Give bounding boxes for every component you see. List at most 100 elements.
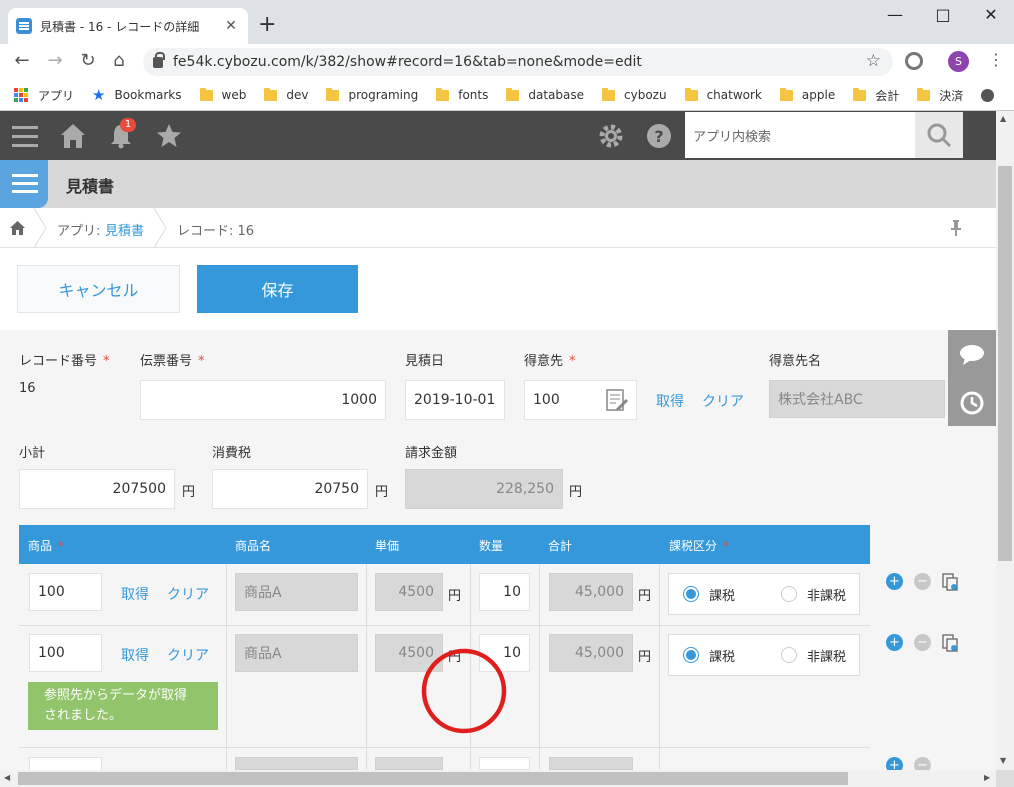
comment-icon[interactable]	[959, 344, 985, 366]
bookmark-bookmarks[interactable]: ★ Bookmarks	[92, 86, 182, 104]
window-close-icon[interactable]: ✕	[976, 5, 1006, 24]
product-clear-link[interactable]: クリア	[167, 645, 209, 665]
browser-chrome: 見積書 - 16 - レコードの詳細 ✕ + — □ ✕ ← → ↻ ⌂ fe5…	[0, 0, 1014, 111]
product-get-link[interactable]: 取得	[121, 645, 149, 665]
favorite-star-icon[interactable]	[156, 123, 182, 149]
breadcrumb: アプリ: 見積書 レコード: 16	[0, 208, 996, 248]
cancel-button[interactable]: キャンセル	[17, 265, 180, 313]
bookmark-folder-cybozu[interactable]: cybozu	[602, 87, 667, 102]
maximize-icon[interactable]: □	[928, 5, 958, 24]
unit-price-unit: 円	[448, 589, 462, 604]
tax-input[interactable]: 20750	[212, 469, 368, 509]
bookmark-folder-dev[interactable]: dev	[264, 87, 308, 102]
bookmark-label: 決済	[939, 88, 964, 103]
product-input[interactable]	[29, 757, 102, 770]
new-tab-button[interactable]: +	[258, 12, 276, 37]
slip-number-input[interactable]: 1000	[140, 380, 386, 420]
add-row-icon[interactable]: +	[886, 634, 903, 651]
profile-avatar[interactable]: S	[948, 51, 969, 72]
taxable-radio[interactable]	[683, 647, 699, 663]
remove-row-icon[interactable]: −	[914, 634, 931, 651]
star-icon: ★	[92, 86, 106, 104]
extension-gear-icon[interactable]	[905, 52, 923, 70]
bookmark-folder-chatwork[interactable]: chatwork	[684, 87, 762, 102]
product-input[interactable]: 100	[29, 634, 102, 672]
bookmark-globe[interactable]	[981, 88, 995, 102]
app-list-icon	[0, 160, 48, 208]
total-amount-label: 請求金額	[405, 446, 458, 461]
menu-icon[interactable]	[12, 124, 38, 148]
breadcrumb-app-link[interactable]: 見積書	[105, 220, 144, 239]
action-bar: キャンセル 保存	[0, 249, 996, 329]
vertical-scroll-thumb[interactable]	[998, 166, 1012, 561]
save-button[interactable]: 保存	[197, 265, 358, 313]
taxable-radio[interactable]	[683, 586, 699, 602]
copy-row-icon[interactable]	[942, 634, 958, 652]
copy-row-icon[interactable]	[942, 573, 958, 591]
scroll-right-icon[interactable]: ▶	[984, 773, 990, 782]
table-header: 商品 * 商品名 単価 数量 合計 課税区分 *	[19, 525, 870, 564]
lookup-success-tooltip: 参照先からデータが取得 されました。	[28, 682, 218, 730]
folder-icon	[264, 87, 278, 101]
customer-input[interactable]: 100	[524, 380, 637, 420]
customer-label: 得意先 *	[524, 354, 576, 369]
browser-menu-icon[interactable]: ⋮	[988, 50, 1004, 69]
forward-icon[interactable]: →	[43, 50, 67, 71]
bookmark-folder-web[interactable]: web	[199, 87, 246, 102]
vertical-scrollbar[interactable]: ▲ ▼	[996, 111, 1014, 771]
scroll-up-icon[interactable]: ▲	[1000, 114, 1006, 123]
bookmark-label: 会計	[875, 88, 900, 103]
home-portal-icon[interactable]	[60, 123, 86, 149]
estimate-date-input[interactable]: 2019-10-01	[405, 380, 505, 420]
bookmark-folder-apple[interactable]: apple	[779, 87, 836, 102]
horizontal-scroll-thumb[interactable]	[18, 772, 848, 785]
bookmark-star-icon[interactable]: ☆	[866, 51, 881, 71]
search-button[interactable]	[915, 112, 963, 158]
reload-icon[interactable]: ↻	[76, 50, 100, 71]
qty-input[interactable]	[479, 757, 530, 770]
bookmark-apps[interactable]: アプリ	[14, 87, 74, 104]
remove-row-icon[interactable]: −	[914, 573, 931, 590]
pin-icon[interactable]	[950, 220, 962, 236]
home-icon[interactable]: ⌂	[107, 50, 131, 71]
app-title-bar: 見積書	[0, 160, 996, 208]
bookmark-folder-accounting[interactable]: 会計	[853, 87, 899, 104]
product-get-link[interactable]: 取得	[121, 584, 149, 604]
lookup-edit-icon[interactable]	[605, 389, 629, 413]
tab-close-icon[interactable]: ✕	[222, 18, 240, 34]
customer-clear-link[interactable]: クリア	[702, 391, 744, 411]
breadcrumb-home-icon[interactable]	[10, 221, 25, 235]
address-bar[interactable]: fe54k.cybozu.com/k/382/show#record=16&ta…	[143, 48, 893, 76]
browser-tab[interactable]: 見積書 - 16 - レコードの詳細 ✕	[8, 8, 248, 44]
minimize-icon[interactable]: —	[880, 5, 910, 24]
back-icon[interactable]: ←	[10, 50, 34, 71]
side-tools	[948, 330, 996, 426]
bookmark-folder-database[interactable]: database	[506, 87, 584, 102]
settings-gear-icon[interactable]	[598, 123, 624, 149]
non-taxable-radio[interactable]	[781, 586, 798, 602]
bookmark-folder-payment[interactable]: 決済	[917, 87, 963, 104]
product-clear-link[interactable]: クリア	[167, 584, 209, 604]
annotation-circle	[421, 648, 507, 734]
add-row-icon[interactable]: +	[886, 573, 903, 590]
product-input[interactable]: 100	[29, 573, 102, 611]
scroll-down-icon[interactable]: ▼	[1000, 756, 1006, 765]
folder-icon	[779, 87, 793, 101]
folder-icon	[602, 87, 616, 101]
lock-icon	[153, 51, 165, 68]
non-taxable-radio[interactable]	[781, 647, 798, 663]
qty-input[interactable]: 10	[479, 573, 530, 611]
help-icon[interactable]: ?	[646, 123, 672, 149]
subtotal-input[interactable]: 207500	[19, 469, 175, 509]
customer-input-value: 100	[533, 392, 560, 408]
history-icon[interactable]	[959, 390, 985, 416]
app-search-input[interactable]: アプリ内検索	[685, 112, 915, 158]
unit-price-field: 4500	[375, 573, 443, 611]
horizontal-scrollbar[interactable]: ◀ ▶	[0, 770, 996, 787]
scroll-left-icon[interactable]: ◀	[4, 773, 10, 782]
bookmark-folder-programing[interactable]: programing	[326, 87, 418, 102]
bookmark-label: apple	[801, 88, 836, 102]
browser-toolbar: ← → ↻ ⌂ fe54k.cybozu.com/k/382/show#reco…	[0, 44, 1014, 80]
customer-get-link[interactable]: 取得	[656, 391, 684, 411]
bookmark-folder-fonts[interactable]: fonts	[436, 87, 488, 102]
